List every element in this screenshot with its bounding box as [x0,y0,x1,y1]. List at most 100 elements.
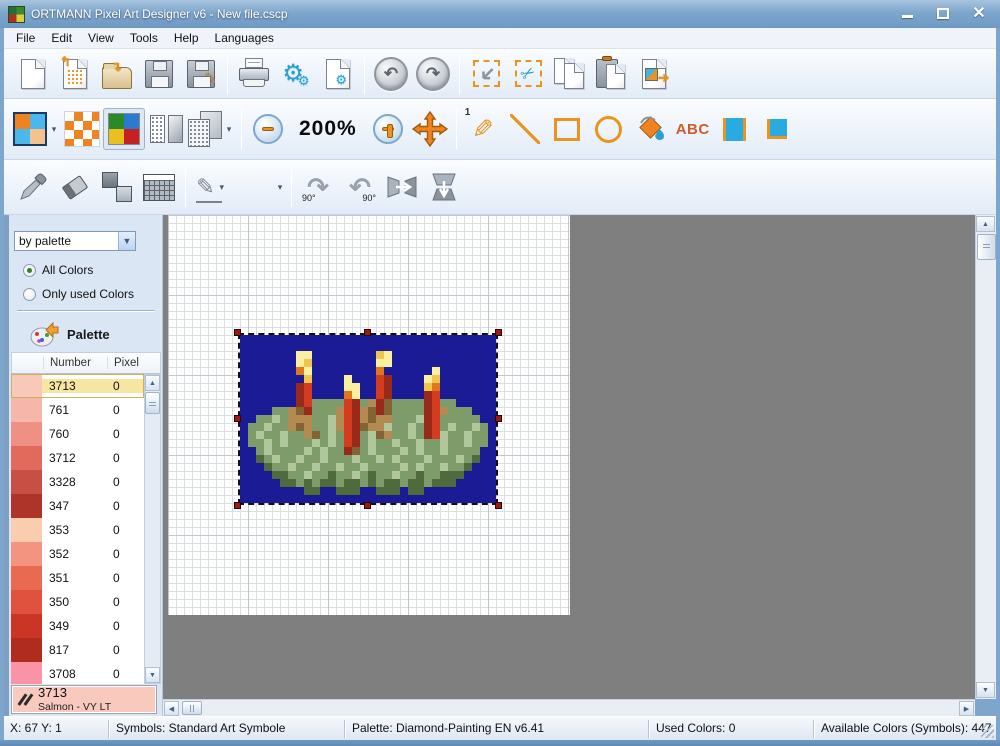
color-row-3708[interactable]: 37080 [11,662,144,684]
horizontal-scrollbar[interactable]: ◀ ▶ [163,699,975,716]
selection-handle-ne[interactable] [495,329,502,336]
magic-select-button[interactable] [756,108,798,150]
symbol-view-button[interactable] [145,108,187,150]
ellipse-tool-button[interactable] [588,108,630,150]
menu-item-edit[interactable]: Edit [43,29,80,47]
menu-item-tools[interactable]: Tools [122,29,166,47]
pattern-swatch-button[interactable]: ▾ [12,108,61,150]
pixel-art-image[interactable] [240,335,496,503]
palette-filter-dropdown[interactable]: by palette ▼ [14,231,136,251]
undo-button[interactable]: ↶ [370,53,412,95]
color-row-817[interactable]: 8170 [11,638,144,662]
color-row-347[interactable]: 3470 [11,494,144,518]
scrollbar-thumb[interactable] [145,392,160,414]
layers-button[interactable]: ▾ [187,108,236,150]
scrollbar-thumb[interactable] [977,234,996,260]
current-color-box[interactable]: 3713 Salmon - VY LT [11,685,157,714]
select-color-area-button[interactable] [714,108,756,150]
pencil-tool-button[interactable]: 1✎ [462,108,504,150]
rotate-ccw-button[interactable]: ↶ 90° [339,168,381,206]
minimize-button[interactable] [894,5,920,22]
selection-handle-e[interactable] [495,415,502,422]
eraser-button[interactable] [54,166,96,208]
canvas-area[interactable] [163,215,975,699]
color-table-scrollbar[interactable]: ▲ ▼ [144,374,161,684]
zoom-in-button[interactable] [367,108,409,150]
scroll-up-button[interactable]: ▲ [976,216,995,232]
export-image-button[interactable]: ➔ [633,53,675,95]
scrollbar-thumb[interactable] [182,701,202,715]
maximize-button[interactable] [930,5,956,22]
radio-all-colors[interactable]: All Colors [23,263,93,277]
chevron-down-icon[interactable]: ▾ [223,124,235,135]
zoom-out-button[interactable] [247,108,289,150]
color-row-351[interactable]: 3510 [11,566,144,590]
fill-tool-button[interactable] [630,108,672,150]
selection-handle-se[interactable] [495,502,502,509]
line-tool-button[interactable] [504,108,546,150]
scroll-down-button[interactable]: ▼ [976,682,995,698]
page-setup-button[interactable]: ⚙ [317,53,359,95]
color-row-352[interactable]: 3520 [11,542,144,566]
redo-button[interactable]: ↷ [412,53,454,95]
chevron-down-icon[interactable]: ▾ [274,182,286,193]
chevron-down-icon[interactable]: ▾ [48,124,60,135]
close-button[interactable]: ✕ [966,5,992,22]
menu-item-file[interactable]: File [8,29,43,47]
save-button[interactable] [138,53,180,95]
settings-button[interactable]: ⚙⚙ [275,53,317,95]
rectangle-tool-button[interactable] [546,108,588,150]
toggle-grid-button[interactable] [138,166,180,208]
resize-grip[interactable] [981,725,994,738]
flip-horizontal-button[interactable] [381,166,423,208]
new-file-button[interactable] [12,53,54,95]
selection-handle-w[interactable] [234,415,241,422]
cut-selection-button[interactable]: ✂ [507,53,549,95]
scroll-down-button[interactable]: ▼ [145,667,160,683]
color-row-760[interactable]: 7600 [11,422,144,446]
color-picker-button[interactable] [12,166,54,208]
color-row-353[interactable]: 3530 [11,518,144,542]
save-as-button[interactable]: ✎ [180,53,222,95]
selection-handle-nw[interactable] [234,329,241,336]
scroll-right-button[interactable]: ▶ [959,701,974,716]
move-tool-button[interactable] [409,108,451,150]
paste-button[interactable] [591,53,633,95]
import-image-button[interactable]: ↰ [54,53,96,95]
color-row-3713[interactable]: 37130 [11,374,144,398]
selection-handle-s[interactable] [364,502,371,509]
header-pixel[interactable]: Pixel [107,357,160,369]
rotate-cw-button[interactable]: ↷ 90° [297,168,339,206]
copy-button[interactable] [549,53,591,95]
color-row-350[interactable]: 3500 [11,590,144,614]
document-canvas[interactable] [168,215,570,615]
palette-button[interactable]: Palette [29,317,144,351]
menu-item-languages[interactable]: Languages [207,29,282,47]
open-file-button[interactable]: ↴ [96,53,138,95]
replace-color-button[interactable]: ↘ [96,166,138,208]
menu-item-help[interactable]: Help [166,29,207,47]
color-row-349[interactable]: 3490 [11,614,144,638]
text-tool-button[interactable]: ABC [672,108,714,150]
color-row-3328[interactable]: 33280 [11,470,144,494]
radio-only-used-colors[interactable]: Only used Colors [23,287,134,301]
selection-rectangle[interactable] [238,333,498,505]
scroll-up-button[interactable]: ▲ [145,375,160,391]
color-view-button[interactable] [103,108,145,150]
chevron-down-icon[interactable]: ▾ [216,182,228,193]
selection-handle-sw[interactable] [234,502,241,509]
color-row-3712[interactable]: 37120 [11,446,144,470]
app-icon [8,6,25,23]
color-table-header: Number Pixel [11,352,161,374]
print-button[interactable] [233,53,275,95]
pen-width-button[interactable]: ✎ ▾ [191,166,233,208]
checker-pattern-button[interactable] [61,108,103,150]
vertical-scrollbar[interactable]: ▲ ▼ [975,215,996,699]
select-rectangle-button[interactable] [465,53,507,95]
header-number[interactable]: Number [43,357,107,369]
flip-vertical-button[interactable] [423,166,465,208]
selection-handle-n[interactable] [364,329,371,336]
scroll-left-button[interactable]: ◀ [164,701,179,716]
color-row-761[interactable]: 7610 [11,398,144,422]
menu-item-view[interactable]: View [80,29,122,47]
